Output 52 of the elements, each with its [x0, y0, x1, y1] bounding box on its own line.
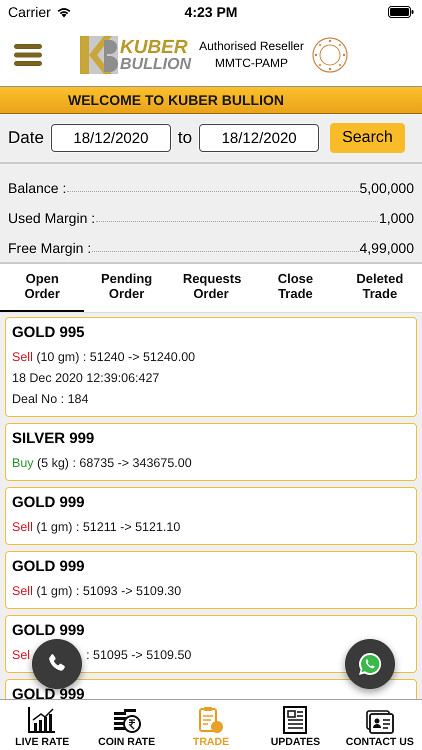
contact-card-icon [366, 710, 394, 734]
nav-tab[interactable]: LIVE RATE [0, 700, 84, 750]
order-info: Deal No : 184 [12, 391, 88, 408]
from-date-field[interactable]: 18/12/2020 [50, 124, 171, 152]
to-date-field[interactable]: 18/12/2020 [199, 124, 320, 152]
order-card[interactable]: GOLD 995 Sell (10 gm) : 51240 -> 51240.00 18 Dec 2020 12:39:06:427 Deal No : 184 [5, 317, 417, 417]
order-title: GOLD 995 [12, 324, 86, 341]
search-button[interactable]: Search [330, 123, 405, 153]
nav-tab[interactable]: CONTACT US [338, 700, 422, 750]
order-title: GOLD 999 [12, 622, 86, 639]
clock-time: 4:23 PM [184, 4, 238, 20]
coins-icon [112, 708, 142, 734]
carrier-label: Carrier [8, 4, 51, 20]
order-title: GOLD 999 [12, 558, 86, 575]
balance-value: 4,99,000 [360, 240, 414, 256]
battery-icon [388, 6, 414, 18]
menu-icon[interactable] [14, 44, 42, 66]
logo-wordmark: KUBER [120, 38, 189, 56]
reseller-name: MMTC-PAMP [214, 55, 288, 72]
to-label: to [178, 128, 192, 148]
seal-icon [312, 37, 348, 73]
newspaper-icon [281, 706, 310, 734]
date-label: Date [8, 128, 44, 148]
nav-tab[interactable]: UPDATES [253, 700, 338, 750]
bar-chart-icon [27, 706, 58, 734]
balance-value: 1,000 [378, 210, 414, 226]
logo-wordmark: BULLION [120, 56, 192, 72]
order-side: Sel [12, 648, 30, 662]
order-card[interactable]: GOLD 999 [5, 679, 417, 699]
order-detail: : 51095 -> 5109.50 [86, 648, 192, 662]
order-detail: Sell (10 gm) : 51240 -> 51240.00 [12, 349, 196, 366]
order-title: SILVER 999 [12, 430, 96, 447]
order-title: GOLD 999 [12, 494, 86, 511]
order-detail: Sell (1 gm) : 51093 -> 5109.30 [12, 583, 182, 600]
clipboard-icon [198, 706, 224, 734]
whatsapp-icon [356, 650, 384, 678]
nav-tab[interactable]: COIN RATE [84, 700, 169, 750]
order-detail: Buy (5 kg) : 68735 -> 343675.00 [12, 455, 192, 472]
balance-value: 5,00,000 [360, 180, 414, 196]
order-card[interactable]: SILVER 999 Buy (5 kg) : 68735 -> 343675.00 [5, 423, 417, 481]
reseller-label: Authorised Reseller [199, 38, 304, 55]
balance-label: Balance : [8, 180, 66, 196]
logo-icon [80, 36, 118, 74]
wifi-icon [56, 6, 72, 18]
order-info: 18 Dec 2020 12:39:06:427 [12, 370, 160, 387]
balance-label: Free Margin : [8, 240, 92, 256]
order-detail: Sell (1 gm) : 51211 -> 5121.10 [12, 519, 180, 536]
order-card[interactable]: GOLD 999 Sell (1 gm) : 51093 -> 5109.30 [5, 551, 417, 609]
order-card[interactable]: GOLD 999 Sell (1 gm) : 51211 -> 5121.10 [5, 487, 417, 545]
balance-label: Used Margin : [8, 210, 96, 226]
order-title: GOLD 999 [12, 686, 86, 699]
welcome-banner: WELCOME TO KUBER BULLION [0, 86, 422, 114]
